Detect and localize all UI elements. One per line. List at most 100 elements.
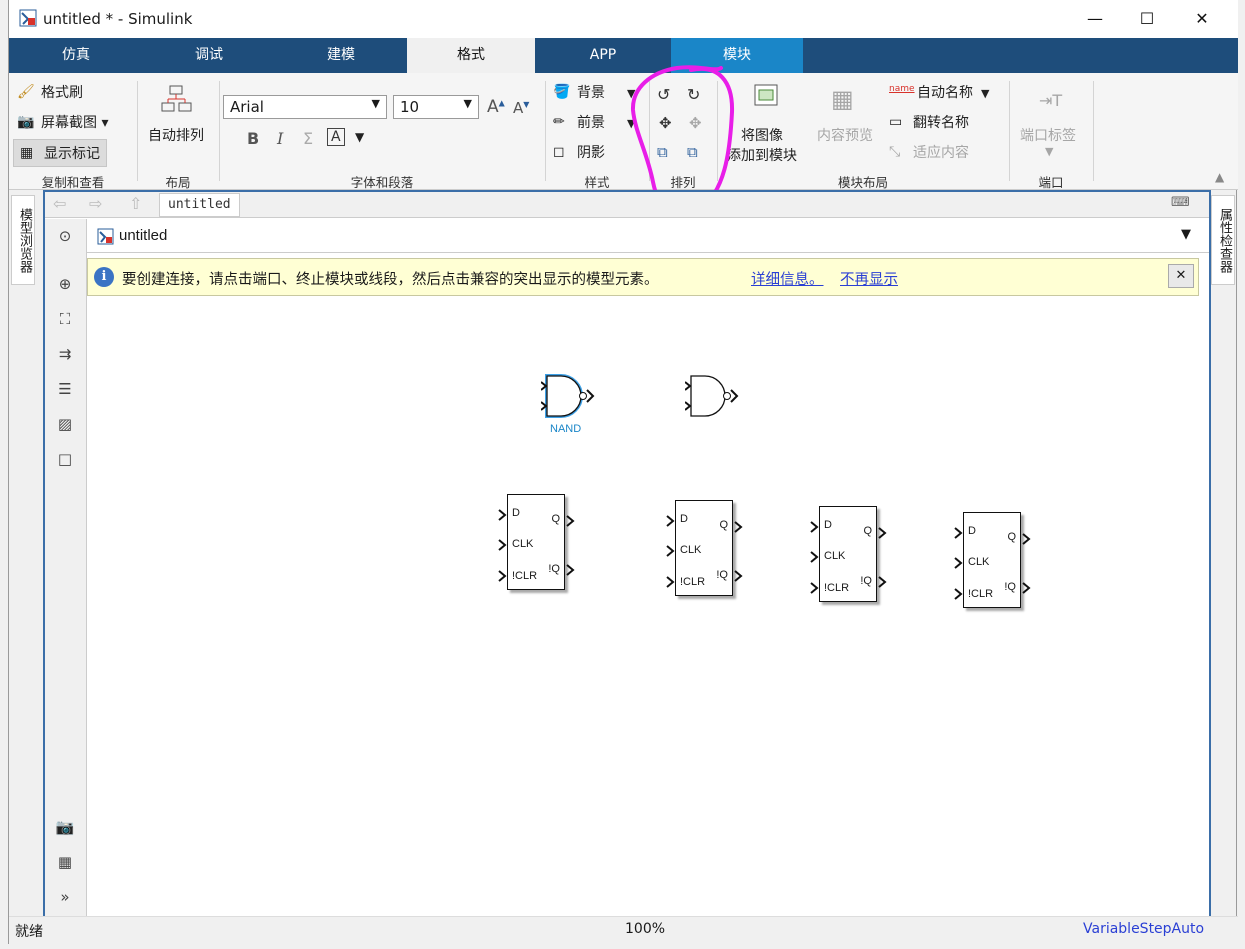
forward-icon[interactable]: ⇨ (89, 194, 102, 213)
breadcrumb[interactable]: untitled (159, 193, 240, 217)
close-icon[interactable]: ✕ (1168, 264, 1194, 288)
foreground-color-button[interactable]: ✏ 前景 ▼ (553, 112, 635, 132)
port-d: D (824, 519, 832, 531)
port-label-button[interactable]: 端口标签 (1020, 125, 1076, 145)
font-grow-icon[interactable]: A▲ (487, 97, 505, 117)
font-size-select[interactable]: 10 ▼ (393, 95, 479, 119)
port-nq: !Q (1004, 581, 1016, 593)
diagram-canvas[interactable]: NAND D Q CLK !Q !CLR D Q CLK !Q !CLR D Q… (87, 298, 1209, 916)
content-preview-button[interactable]: 内容预览 (817, 125, 873, 145)
screenshot-button[interactable]: 📷 屏幕截图 ▾ (17, 112, 108, 132)
format-painter-button[interactable]: 🖌 格式刷 (17, 82, 83, 102)
area-icon[interactable]: □ (53, 447, 77, 471)
zoom-in-icon[interactable]: ⊕ (53, 272, 77, 296)
group-label-copy-view: 复制和查看 (41, 175, 105, 190)
property-inspector-tab[interactable]: 属性检查器 (1211, 195, 1235, 285)
fit-content-label: 适应内容 (913, 145, 969, 161)
divider (545, 81, 546, 181)
shadow-label: 阴影 (577, 145, 605, 161)
info-message: 要创建连接，请点击端口、终止模块或线段，然后点击兼容的突出显示的模型元素。 (122, 272, 659, 288)
flip-name-button[interactable]: ▭ 翻转名称 (889, 112, 969, 132)
dont-show-link[interactable]: 不再显示 (840, 268, 898, 289)
add-image-icon (754, 84, 778, 106)
port-clr: !CLR (512, 570, 538, 582)
left-toolbar: ⊙ ⊕ ⛶ ⇉ ☰ ▨ □ 📷 ▦ » (45, 219, 87, 916)
more-info-link[interactable]: 详细信息。 (751, 268, 824, 289)
chevron-down-icon[interactable]: ▼ (1181, 227, 1191, 242)
address-model-name[interactable]: untitled (119, 227, 167, 244)
chevron-right-icon[interactable]: » (53, 885, 77, 909)
collapse-ribbon-icon[interactable]: ▲ (1215, 170, 1224, 184)
maximize-button[interactable]: ☐ (1124, 4, 1170, 34)
port-arrows (498, 509, 1031, 600)
d-flipflop-block[interactable]: D Q CLK !Q !CLR (507, 494, 565, 590)
simulink-app-icon (19, 9, 37, 27)
close-button[interactable]: ✕ (1179, 4, 1225, 34)
port-q: Q (863, 525, 872, 537)
d-flipflop-block[interactable]: D Q CLK !Q !CLR (963, 512, 1021, 608)
divider (137, 81, 138, 181)
paint-bucket-icon: 🪣 (553, 84, 571, 100)
italic-button[interactable]: I (277, 129, 283, 148)
nand-label[interactable]: NAND (550, 423, 581, 435)
flip-name-label: 翻转名称 (913, 115, 969, 131)
arrow-icon[interactable]: ⇉ (53, 342, 77, 366)
tab-modeling[interactable]: 建模 (275, 38, 407, 73)
solver-link[interactable]: VariableStepAuto (1083, 921, 1204, 937)
tab-debug[interactable]: 调试 (143, 38, 275, 73)
font-family-select[interactable]: Arial ▼ (223, 95, 387, 119)
foreground-label: 前景 (577, 115, 605, 131)
tab-simulation[interactable]: 仿真 (9, 38, 143, 73)
port-q: Q (1007, 531, 1016, 543)
status-ready: 就绪 (15, 924, 43, 940)
port-label-icon: ⇥T (1039, 91, 1063, 110)
chevron-down-icon[interactable]: ▼ (355, 130, 364, 144)
auto-name-button[interactable]: name 自动名称 ▼ (889, 82, 989, 102)
hide-explorer-icon[interactable]: ⊙ (53, 224, 77, 248)
group-label-layout: 布局 (165, 175, 191, 190)
title-bar: untitled * - Simulink — ☐ ✕ (9, 0, 1238, 38)
content-preview-icon: ▦ (831, 85, 854, 113)
textbox-button[interactable]: A (327, 128, 345, 146)
background-label: 背景 (577, 85, 605, 101)
chevron-down-icon: ▼ (371, 97, 380, 110)
font-shrink-icon[interactable]: A▼ (513, 99, 529, 117)
nand-block-selected[interactable] (541, 372, 607, 424)
nand-block[interactable] (685, 372, 745, 420)
show-markup-button[interactable]: ▦ 显示标记 (13, 139, 107, 167)
auto-arrange-button[interactable]: 自动排列 (148, 125, 204, 145)
image-icon[interactable]: ▨ (53, 412, 77, 436)
model-browser-icon[interactable]: ▦ (53, 850, 77, 874)
minimize-button[interactable]: — (1072, 4, 1118, 34)
shadow-button[interactable]: ◻ 阴影 (553, 142, 605, 162)
fit-content-button[interactable]: ⤡ 适应内容 (889, 142, 969, 162)
tab-format[interactable]: 格式 (407, 38, 535, 73)
back-icon[interactable]: ⇦ (53, 194, 66, 213)
screenshot-label: 屏幕截图 (41, 115, 97, 131)
fit-to-view-icon[interactable]: ⛶ (53, 307, 77, 331)
d-flipflop-block[interactable]: D Q CLK !Q !CLR (819, 506, 877, 602)
bold-button[interactable]: B (247, 129, 259, 148)
address-bar: untitled ▼ (87, 219, 1209, 253)
group-label-port: 端口 (1038, 175, 1064, 190)
port-q: Q (719, 519, 728, 531)
up-icon[interactable]: ⇧ (129, 194, 142, 213)
divider (1093, 81, 1094, 181)
name-tag-icon: name (889, 84, 915, 94)
chevron-down-icon[interactable]: ▼ (1045, 145, 1053, 158)
annotation-icon[interactable]: ☰ (53, 377, 77, 401)
auto-arrange-icon (161, 85, 192, 112)
add-image-line1[interactable]: 将图像 (741, 125, 783, 145)
background-color-button[interactable]: 🪣 背景 ▼ (553, 82, 635, 102)
port-nq: !Q (716, 569, 728, 581)
model-browser-tab[interactable]: 模型浏览器 (11, 195, 35, 285)
keyboard-icon[interactable]: ⌨ (1171, 195, 1190, 210)
divider (219, 81, 220, 181)
port-clk: CLK (512, 538, 534, 550)
tex-button[interactable]: Σ (303, 129, 313, 148)
navigation-bar: ⇦ ⇨ ⇧ untitled ⌨ (45, 192, 1209, 218)
camera-icon[interactable]: 📷 (53, 815, 77, 839)
d-flipflop-block[interactable]: D Q CLK !Q !CLR (675, 500, 733, 596)
port-d: D (968, 525, 976, 537)
model-icon (97, 228, 114, 245)
